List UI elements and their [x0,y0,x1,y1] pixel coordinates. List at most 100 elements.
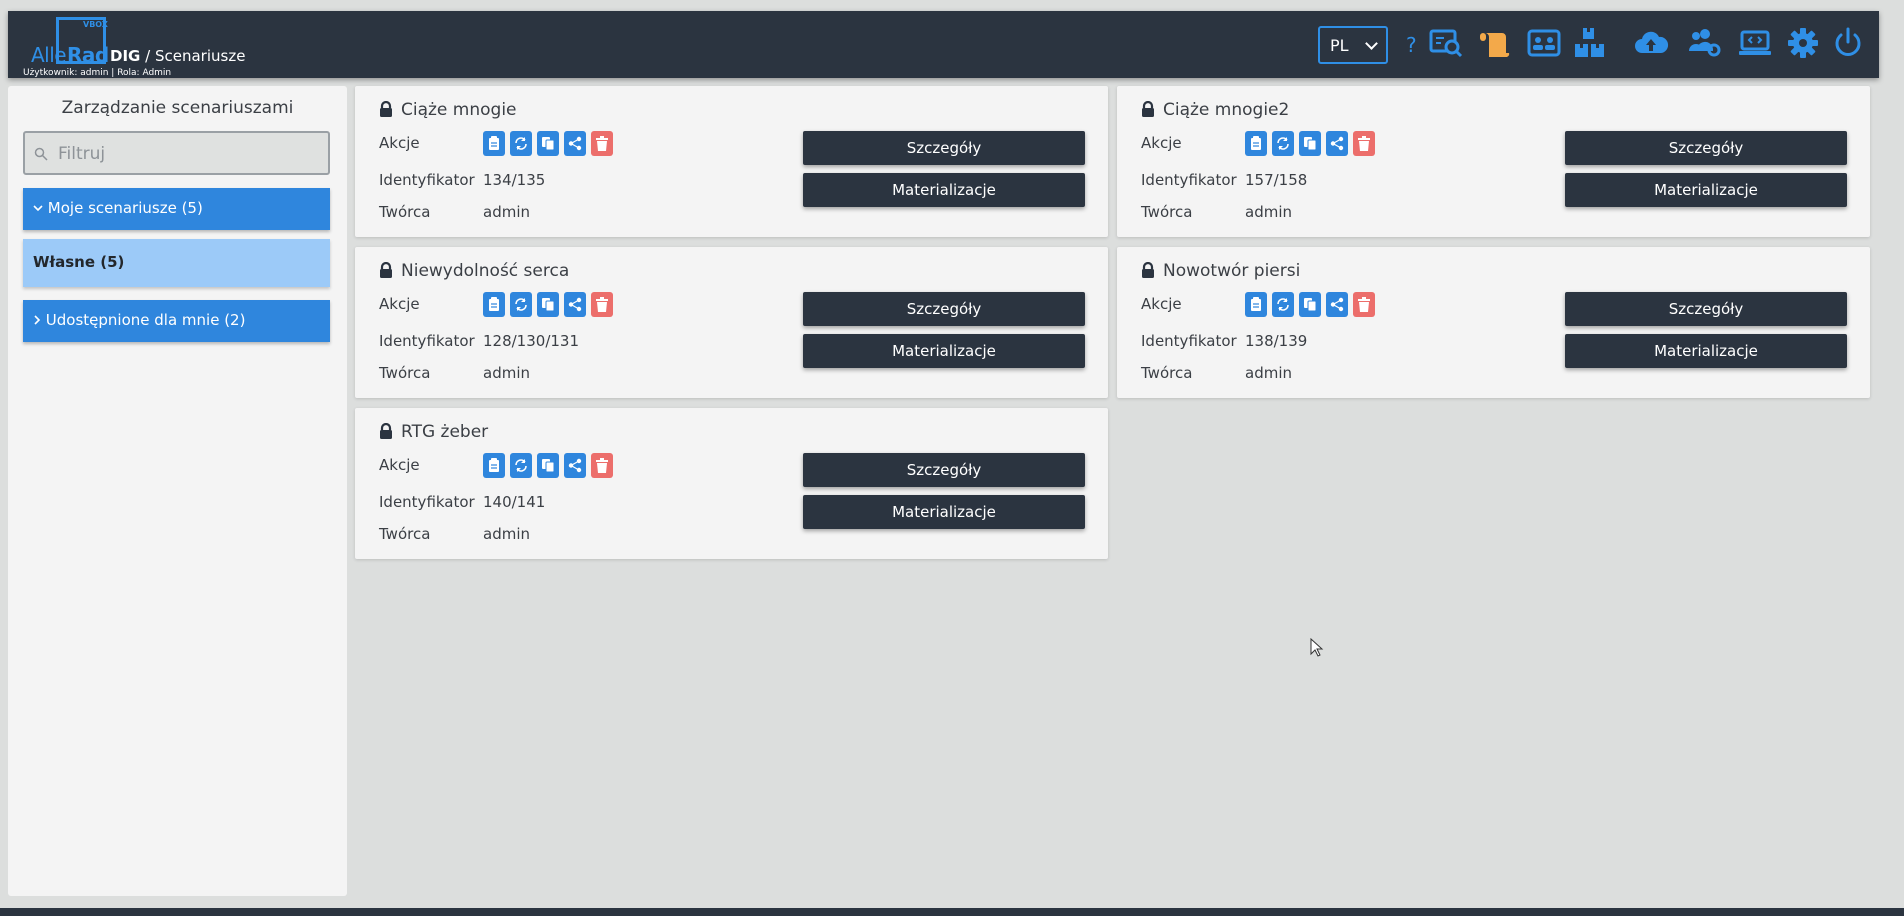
scenario-title[interactable]: Ciąże mnogie [401,100,517,120]
filter-placeholder: Filtruj [58,144,106,164]
creator-value: admin [483,203,530,221]
scroll-icon[interactable] [1477,25,1513,61]
cloud-upload-icon[interactable] [1633,25,1669,61]
copy-action-button[interactable] [537,131,559,156]
breadcrumb-separator: / [145,47,151,65]
shared-scenarios-label: Udostępnione dla mnie (2) [45,311,246,329]
study-search-icon[interactable] [1428,25,1464,61]
share-action-button[interactable] [564,292,586,317]
breadcrumb: DIG / Scenariusze [110,47,245,65]
refresh-action-button[interactable] [1272,131,1294,156]
actions-label: Akcje [379,134,420,152]
materializations-button[interactable]: Materializacje [803,173,1085,207]
mouse-cursor-icon [1310,638,1324,657]
details-button[interactable]: Szczegóły [1565,292,1847,326]
chevron-down-icon [1365,37,1378,50]
lock-icon [1141,261,1155,282]
copy-action-button[interactable] [1299,292,1321,317]
shared-scenarios-group[interactable]: Udostępnione dla mnie (2) [23,300,330,342]
identifier-label: Identyfikator [1141,171,1237,189]
materializations-button[interactable]: Materializacje [803,334,1085,368]
patients-card-icon[interactable] [1526,25,1562,61]
materializations-button[interactable]: Materializacje [1565,173,1847,207]
users-settings-icon[interactable] [1686,25,1722,61]
copy-action-button[interactable] [1299,131,1321,156]
actions-label: Akcje [379,456,420,474]
share-action-button[interactable] [564,131,586,156]
packages-icon[interactable] [1572,25,1608,61]
clipboard-action-button[interactable] [483,131,505,156]
my-scenarios-group[interactable]: Moje scenariusze (5) [23,188,330,230]
creator-value: admin [483,525,530,543]
power-icon[interactable] [1830,25,1866,61]
scenario-title[interactable]: RTG żeber [401,422,488,442]
my-scenarios-label: Moje scenariusze (5) [47,199,203,217]
creator-label: Twórca [379,364,431,382]
clipboard-action-button[interactable] [1245,292,1267,317]
identifier-value: 138/139 [1245,332,1308,350]
details-button[interactable]: Szczegóły [1565,131,1847,165]
identifier-label: Identyfikator [379,171,475,189]
help-button[interactable]: ? [1406,33,1417,57]
clipboard-action-button[interactable] [483,453,505,478]
creator-value: admin [1245,364,1292,382]
scenario-title[interactable]: Nowotwór piersi [1163,261,1300,281]
filter-input[interactable]: Filtruj [23,131,330,175]
details-button[interactable]: Szczegóły [803,453,1085,487]
creator-label: Twórca [379,525,431,543]
materializations-button[interactable]: Materializacje [1565,334,1847,368]
search-icon [34,147,48,161]
lock-icon [379,261,393,282]
settings-gear-icon[interactable] [1785,25,1821,61]
creator-label: Twórca [1141,203,1193,221]
refresh-action-button[interactable] [1272,292,1294,317]
clipboard-action-button[interactable] [483,292,505,317]
details-button[interactable]: Szczegóły [803,292,1085,326]
creator-label: Twórca [379,203,431,221]
bottom-bar [0,908,1904,916]
clipboard-action-button[interactable] [1245,131,1267,156]
logo-vbox: VBOX [83,20,108,29]
own-scenarios-item[interactable]: Własne (5) [23,239,330,287]
scenario-sidebar: Zarządzanie scenariuszami Filtruj Moje s… [8,86,347,896]
chevron-right-icon [34,315,41,325]
scenario-card: Ciąże mnogie2 Akcje Identyfikator 157/15… [1117,86,1870,237]
scenario-card: Niewydolność serca Akcje Identyfikator 1… [355,247,1108,398]
creator-value: admin [1245,203,1292,221]
allerad-logo[interactable]: VBOX Alle Rad [23,17,115,67]
identifier-label: Identyfikator [379,493,475,511]
laptop-code-icon[interactable] [1737,25,1773,61]
logo-alle: Alle [31,43,67,67]
identifier-value: 134/135 [483,171,546,189]
top-navbar: VBOX Alle Rad DIG / Scenariusze Użytkown… [8,11,1879,78]
scenario-card: RTG żeber Akcje Identyfikator 140/141 Tw… [355,408,1108,559]
logo-rad: Rad [67,43,109,67]
trash-action-button[interactable] [1353,131,1375,156]
creator-label: Twórca [1141,364,1193,382]
share-action-button[interactable] [564,453,586,478]
scenario-card: Nowotwór piersi Akcje Identyfikator 138/… [1117,247,1870,398]
language-select[interactable]: PL [1318,26,1388,64]
trash-action-button[interactable] [591,131,613,156]
scenario-title[interactable]: Ciąże mnogie2 [1163,100,1289,120]
trash-action-button[interactable] [1353,292,1375,317]
actions-label: Akcje [1141,295,1182,313]
materializations-button[interactable]: Materializacje [803,495,1085,529]
refresh-action-button[interactable] [510,453,532,478]
details-button[interactable]: Szczegóły [803,131,1085,165]
trash-action-button[interactable] [591,453,613,478]
copy-action-button[interactable] [537,292,559,317]
refresh-action-button[interactable] [510,292,532,317]
lock-icon [379,100,393,121]
scenario-title[interactable]: Niewydolność serca [401,261,569,281]
share-action-button[interactable] [1326,292,1348,317]
share-action-button[interactable] [1326,131,1348,156]
refresh-action-button[interactable] [510,131,532,156]
trash-action-button[interactable] [591,292,613,317]
identifier-value: 157/158 [1245,171,1308,189]
copy-action-button[interactable] [537,453,559,478]
creator-value: admin [483,364,530,382]
identifier-label: Identyfikator [379,332,475,350]
actions-label: Akcje [1141,134,1182,152]
breadcrumb-app[interactable]: DIG [110,47,140,65]
